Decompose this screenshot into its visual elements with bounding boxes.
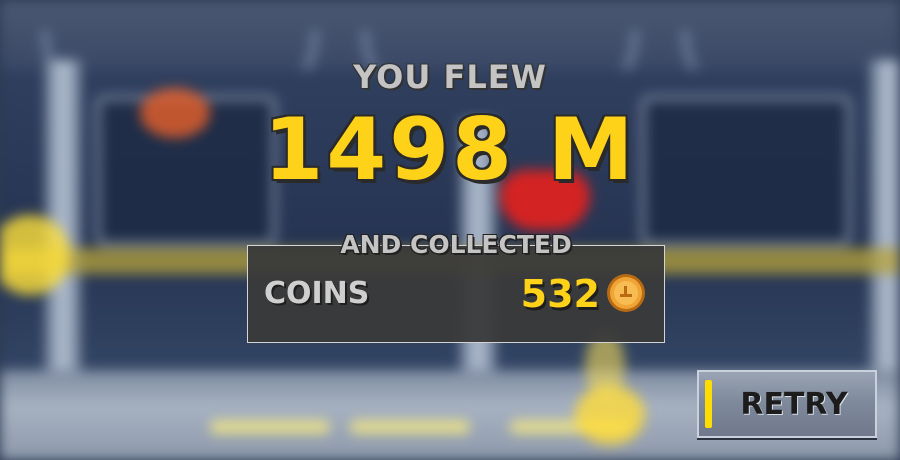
collected-panel: COINS 532 xyxy=(247,245,665,343)
coins-value: 532 xyxy=(520,272,600,316)
and-collected-heading: AND COLLECTED xyxy=(340,230,572,259)
coin-icon xyxy=(607,274,645,312)
retry-label: RETRY xyxy=(740,387,848,422)
retry-button[interactable]: RETRY xyxy=(697,370,877,438)
distance-value: 1498 M xyxy=(263,100,637,200)
coins-label: COINS xyxy=(264,276,370,311)
you-flew-heading: YOU FLEW xyxy=(353,58,547,96)
